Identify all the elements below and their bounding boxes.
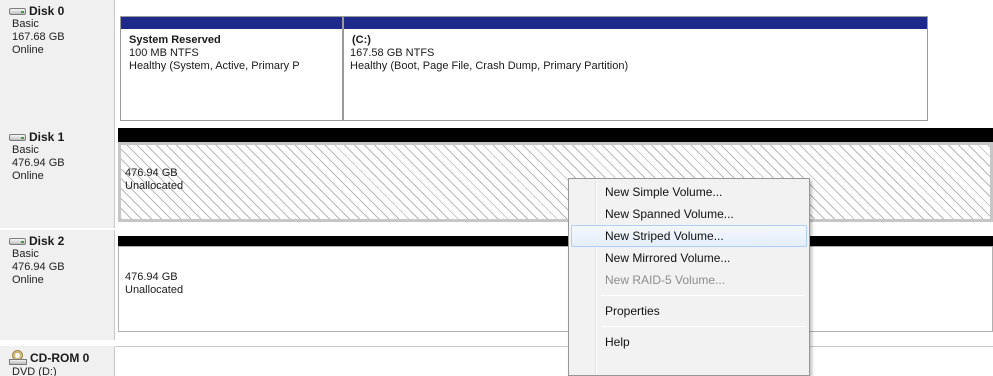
volume-size: 476.94 GB [125, 271, 178, 283]
disk-row-1: Disk 1 Basic 476.94 GB Online 476.94 GB … [0, 126, 993, 228]
disk-row-cdrom: CD-ROM 0 DVD (D:) [0, 346, 993, 376]
disk-label-0[interactable]: Disk 0 Basic 167.68 GB Online [0, 0, 115, 126]
disk-label-1[interactable]: Disk 1 Basic 476.94 GB Online [0, 126, 115, 228]
disk-volumes-area: System Reserved 100 MB NTFS Healthy (Sys… [116, 0, 993, 126]
volume-status: Unallocated [125, 284, 184, 296]
volume-status: Healthy (System, Active, Primary P [129, 60, 300, 72]
volume-unallocated[interactable]: 476.94 GB Unallocated [118, 142, 993, 222]
menu-item-new-striped-volume[interactable]: New Striped Volume... [571, 225, 807, 247]
volume-type-bar [118, 128, 993, 142]
disk-drive-icon [9, 7, 26, 16]
cd-rom-icon [9, 350, 27, 366]
menu-item-new-simple-volume[interactable]: New Simple Volume... [571, 181, 807, 203]
volume-title: System Reserved [129, 34, 221, 46]
disk-size: 167.68 GB [12, 31, 65, 43]
disk-name: CD-ROM 0 [30, 351, 90, 365]
volume-type-bar [344, 17, 927, 29]
disk-drive-icon [9, 133, 26, 142]
disk-size: 476.94 GB [12, 261, 65, 273]
disk-volumes-area [116, 346, 993, 376]
disk-size: 476.94 GB [12, 157, 65, 169]
disk-row-0: Disk 0 Basic 167.68 GB Online System Res… [0, 0, 993, 126]
volume-size: 476.94 GB [125, 167, 178, 179]
menu-item-help[interactable]: Help [571, 331, 807, 353]
menu-item-new-raid5-volume: New RAID-5 Volume... [605, 273, 726, 287]
context-menu: New Simple Volume... New Spanned Volume.… [568, 178, 810, 376]
disk-name: Disk 0 [29, 4, 65, 18]
disk-name: Disk 1 [29, 130, 65, 144]
disk-type: DVD (D:) [12, 366, 57, 376]
menu-item-new-spanned-volume[interactable]: New Spanned Volume... [571, 203, 807, 225]
disk-volumes-area: 476.94 GB Unallocated [116, 230, 993, 340]
disk-volumes-area: 476.94 GB Unallocated [116, 126, 993, 228]
menu-item-properties[interactable]: Properties [571, 300, 807, 322]
volume-type-bar [118, 236, 993, 246]
volume-status: Unallocated [125, 180, 184, 192]
volume-status: Healthy (Boot, Page File, Crash Dump, Pr… [350, 60, 629, 72]
disk-row-2: Disk 2 Basic 476.94 GB Online 476.94 GB … [0, 230, 993, 340]
disk-type: Basic [12, 248, 39, 260]
volume-type-bar [121, 17, 342, 29]
disk-label-cdrom[interactable]: CD-ROM 0 DVD (D:) [0, 346, 115, 376]
volume-size: 167.58 GB NTFS [350, 47, 435, 59]
menu-separator [601, 295, 805, 296]
menu-item-new-mirrored-volume[interactable]: New Mirrored Volume... [571, 247, 807, 269]
volume-unallocated[interactable]: 476.94 GB Unallocated [118, 246, 993, 332]
volume-system-reserved[interactable]: System Reserved 100 MB NTFS Healthy (Sys… [120, 16, 343, 121]
disk-drive-icon [9, 237, 26, 246]
volume-title: (C:) [352, 34, 371, 46]
disk-status: Online [12, 44, 44, 56]
disk-status: Online [12, 274, 44, 286]
disk-type: Basic [12, 18, 39, 30]
disk-label-2[interactable]: Disk 2 Basic 476.94 GB Online [0, 230, 115, 340]
volume-size: 100 MB NTFS [129, 47, 199, 59]
disk-name: Disk 2 [29, 234, 65, 248]
menu-separator [601, 326, 805, 327]
volume-c[interactable]: (C:) 167.58 GB NTFS Healthy (Boot, Page … [343, 16, 928, 121]
disk-type: Basic [12, 144, 39, 156]
disk-status: Online [12, 170, 44, 182]
